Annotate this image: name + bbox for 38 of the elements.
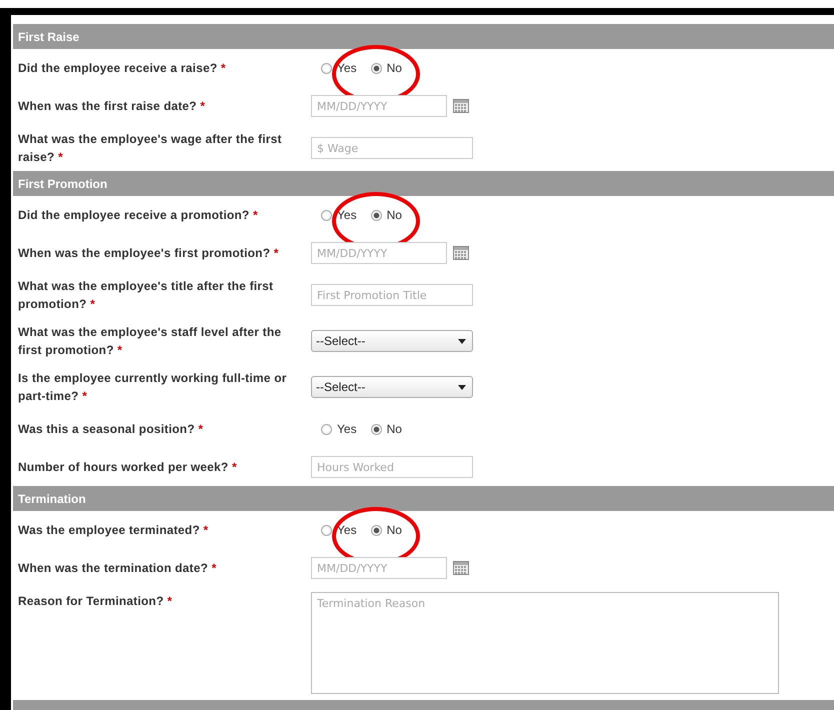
date-field[interactable]: MM/DD/YYYY bbox=[311, 242, 447, 264]
text-field[interactable]: Hours Worked bbox=[311, 456, 473, 478]
text-field[interactable]: First Promotion Title bbox=[311, 284, 473, 306]
field-label: Did the employee receive a raise? * bbox=[18, 60, 227, 77]
radio-option[interactable]: Yes bbox=[321, 523, 357, 537]
caret-icon bbox=[458, 384, 466, 390]
field-label: Was the employee terminated? * bbox=[18, 522, 210, 539]
select-dropdown[interactable]: --Select-- bbox=[311, 330, 473, 352]
section-header: First Promotion bbox=[13, 171, 834, 196]
field-label: When was the first raise date? * bbox=[18, 98, 206, 115]
section-header: Termination bbox=[13, 486, 834, 511]
radio-option[interactable]: No bbox=[370, 61, 402, 75]
field-label: When was the employee's first promotion? * bbox=[18, 245, 280, 262]
date-field[interactable]: MM/DD/YYYY bbox=[311, 557, 447, 579]
section-header: First Raise bbox=[13, 24, 834, 49]
field-label: When was the termination date? * bbox=[18, 560, 218, 577]
radio-option[interactable]: Yes bbox=[321, 61, 357, 75]
field-label: What was the employee's title after the first promotion? * bbox=[18, 278, 274, 313]
field-label: What was the employee's wage after the first raise? * bbox=[18, 131, 283, 166]
field-label: What was the employee's staff level after the first promotion? * bbox=[18, 324, 282, 359]
radio-option[interactable]: No bbox=[370, 208, 402, 222]
field-label: Did the employee receive a promotion? * bbox=[18, 207, 259, 224]
field-label: Was this a seasonal position? * bbox=[18, 421, 204, 438]
calendar-icon[interactable] bbox=[453, 246, 469, 260]
radio-option[interactable]: Yes bbox=[321, 422, 357, 436]
text-area[interactable]: Termination Reason bbox=[311, 592, 779, 694]
calendar-icon[interactable] bbox=[453, 99, 469, 113]
radio-option[interactable]: No bbox=[370, 422, 402, 436]
calendar-icon[interactable] bbox=[453, 561, 469, 575]
radio-option[interactable]: No bbox=[370, 523, 402, 537]
text-field[interactable]: $ Wage bbox=[311, 137, 473, 159]
caret-icon bbox=[458, 338, 466, 344]
field-label: Is the employee currently working full-time or part-time? * bbox=[18, 370, 288, 405]
radio-option[interactable]: Yes bbox=[321, 208, 357, 222]
field-label: Reason for Termination? * bbox=[18, 593, 174, 610]
field-label: Number of hours worked per week? * bbox=[18, 459, 238, 476]
select-dropdown[interactable]: --Select-- bbox=[311, 376, 473, 398]
date-field[interactable]: MM/DD/YYYY bbox=[311, 95, 447, 117]
